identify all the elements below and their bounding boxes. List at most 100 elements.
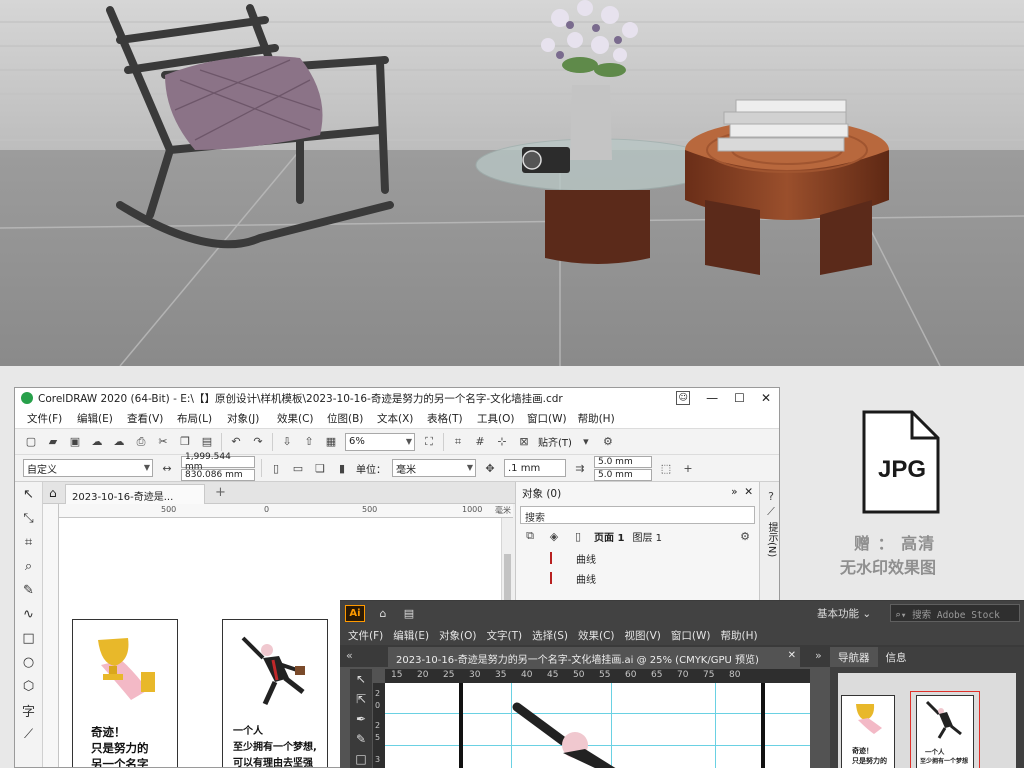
nudge-distance-field[interactable]: .1 mm	[504, 459, 566, 477]
add-icon[interactable]: +	[680, 460, 696, 476]
landscape-icon[interactable]: ▭	[290, 460, 306, 476]
menu-view[interactable]: 查看(V)	[127, 411, 177, 426]
panel-settings-gear-icon[interactable]: ⚙	[737, 528, 753, 544]
parallel-dimension-icon[interactable]: ⟋	[15, 722, 42, 746]
units-select[interactable]: 毫米 ▼	[392, 459, 476, 477]
minimize-button[interactable]: —	[706, 391, 718, 405]
layer-manager-icon[interactable]: ⧉	[522, 528, 538, 544]
expand-panels-icon[interactable]: »	[815, 649, 822, 662]
menu-effects[interactable]: 效果(C)	[277, 411, 327, 426]
current-page-icon[interactable]: ▮	[334, 460, 350, 476]
paste-icon[interactable]: ▤	[199, 434, 215, 450]
page-frame-icon[interactable]: ⬚	[658, 460, 674, 476]
menu-select[interactable]: 选择(S)	[532, 628, 568, 643]
collapse-toolbar-icon[interactable]: «	[346, 649, 353, 662]
page-height-field[interactable]: 830.086 mm	[181, 468, 255, 481]
workspace-switcher[interactable]: 基本功能 ⌄	[817, 606, 871, 621]
hints-tab[interactable]: 提示(N)	[764, 522, 779, 557]
import-icon[interactable]: ⇩	[279, 434, 295, 450]
menu-layout[interactable]: 布局(L)	[177, 411, 227, 426]
polygon-tool-icon[interactable]: ⬡	[15, 674, 42, 698]
menu-bitmaps[interactable]: 位图(B)	[327, 411, 377, 426]
copy-icon[interactable]: ❐	[177, 434, 193, 450]
menu-file[interactable]: 文件(F)	[348, 628, 383, 643]
zoom-tool-icon[interactable]: ⌕	[15, 554, 42, 578]
menu-file[interactable]: 文件(F)	[27, 411, 77, 426]
page-width-field[interactable]: 1,999.544 mm	[181, 452, 255, 472]
adobe-stock-search-input[interactable]: ⌕▾ 搜索 Adobe Stock	[890, 604, 1020, 622]
menu-object[interactable]: 对象(O)	[439, 628, 476, 643]
open-folder-icon[interactable]: ▰	[45, 434, 61, 450]
pdf-icon[interactable]: ▦	[323, 434, 339, 450]
print-icon[interactable]: ⎙	[133, 434, 149, 450]
eyedropper-icon[interactable]: ⟋	[763, 504, 779, 520]
artwork-card-right[interactable]: 一个人 至少拥有一个梦想, 可以有理由去坚强	[222, 619, 328, 767]
chevron-down-icon[interactable]: ▾	[578, 434, 594, 450]
rulers-icon[interactable]: ⌗	[450, 434, 466, 450]
maximize-button[interactable]: ☐	[734, 391, 745, 405]
snap-icon[interactable]: ⊠	[516, 434, 532, 450]
home-icon[interactable]: ⌂	[375, 605, 391, 621]
freehand-tool-icon[interactable]: ✎	[15, 578, 42, 602]
docker-controls[interactable]: » ✕	[731, 486, 753, 498]
layers-stack-icon[interactable]: ◈	[546, 528, 562, 544]
ellipse-tool-icon[interactable]: ○	[15, 650, 42, 674]
navigator-preview[interactable]: 奇迹！ 只是努力的 一个人 至少拥有一个梦想	[838, 673, 1016, 768]
options-gear-icon[interactable]: ⚙	[600, 434, 616, 450]
object-list-item[interactable]: 曲线	[516, 548, 759, 568]
account-icon[interactable]: ☺	[676, 391, 691, 405]
cut-icon[interactable]: ✂	[155, 434, 171, 450]
full-screen-icon[interactable]: ⛶	[421, 434, 437, 450]
menu-type[interactable]: 文字(T)	[487, 628, 523, 643]
menu-text[interactable]: 文本(X)	[377, 411, 427, 426]
snap-to-dropdown[interactable]: 贴齐(T)	[538, 434, 572, 449]
home-icon[interactable]: ⌂	[49, 486, 57, 500]
duplicate-y-field[interactable]: 5.0 mm	[594, 468, 652, 481]
text-tool-icon[interactable]: 字	[15, 698, 42, 722]
pick-tool-icon[interactable]: ↖	[15, 482, 42, 506]
redo-icon[interactable]: ↷	[250, 434, 266, 450]
help-icon[interactable]: ?	[763, 488, 779, 504]
artistic-media-icon[interactable]: ∿	[15, 602, 42, 626]
curvature-tool-icon[interactable]: ✎	[350, 729, 372, 749]
duplicate-x-field[interactable]: 5.0 mm	[594, 455, 652, 468]
export-icon[interactable]: ⇧	[301, 434, 317, 450]
menu-tools[interactable]: 工具(O)	[477, 411, 527, 426]
direct-selection-tool-icon[interactable]: ⇱	[350, 689, 372, 709]
cloud-download-icon[interactable]: ☁	[89, 434, 105, 450]
menu-window[interactable]: 窗口(W)	[671, 628, 711, 643]
ai-artboard[interactable]	[385, 683, 810, 768]
page-size-select[interactable]: 自定义 ▼	[23, 459, 153, 477]
menu-object[interactable]: 对象(J)	[227, 411, 277, 426]
objects-search-input[interactable]: 搜索	[520, 506, 755, 524]
zoom-level-select[interactable]: 6% ▼	[345, 432, 415, 451]
page-row[interactable]: ⧉ ◈ ▯ 页面 1 图层 1 ⚙	[516, 524, 759, 548]
menu-help[interactable]: 帮助(H)	[721, 628, 758, 643]
menu-effect[interactable]: 效果(C)	[578, 628, 615, 643]
undo-icon[interactable]: ↶	[228, 434, 244, 450]
save-icon[interactable]: ▣	[67, 434, 83, 450]
document-tab[interactable]: 2023-10-16-奇迹是...	[65, 484, 205, 504]
new-document-icon[interactable]: ▢	[23, 434, 39, 450]
artwork-card-left[interactable]: 奇迹！ 只是努力的 另一个名字	[72, 619, 178, 767]
tab-navigator[interactable]: 导航器	[830, 647, 878, 667]
ai-document-tab[interactable]: 2023-10-16-奇迹是努力的另一个名字-文化墙挂画.ai @ 25% (C…	[388, 647, 800, 667]
menu-window[interactable]: 窗口(W)	[527, 411, 578, 426]
grid-icon[interactable]: #	[472, 434, 488, 450]
cloud-upload-icon[interactable]: ☁	[111, 434, 127, 450]
menu-help[interactable]: 帮助(H)	[578, 411, 628, 426]
arrange-documents-icon[interactable]: ▤	[401, 605, 417, 621]
portrait-icon[interactable]: ▯	[268, 460, 284, 476]
menu-edit[interactable]: 编辑(E)	[393, 628, 429, 643]
all-pages-icon[interactable]: ❏	[312, 460, 328, 476]
rectangle-tool-icon[interactable]: □	[15, 626, 42, 650]
navigator-view-box[interactable]	[910, 691, 980, 768]
selection-tool-icon[interactable]: ↖	[350, 669, 372, 689]
rectangle-tool-icon[interactable]: □	[350, 749, 372, 768]
menu-view[interactable]: 视图(V)	[625, 628, 661, 643]
guidelines-icon[interactable]: ⊹	[494, 434, 510, 450]
object-list-item[interactable]: 曲线	[516, 568, 759, 588]
pen-tool-icon[interactable]: ✒	[350, 709, 372, 729]
crop-tool-icon[interactable]: ⌗	[15, 530, 42, 554]
close-button[interactable]: ✕	[761, 391, 771, 405]
